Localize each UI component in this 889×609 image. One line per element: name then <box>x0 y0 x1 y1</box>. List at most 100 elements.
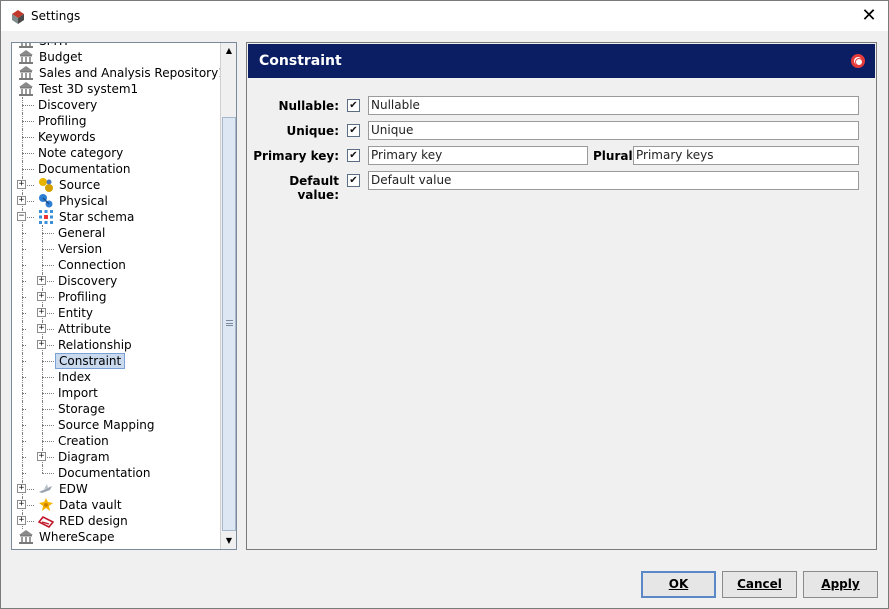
expander-icon[interactable]: + <box>37 324 46 333</box>
tree-item-red-design[interactable]: + RED design <box>12 513 220 529</box>
tree-item-relationship[interactable]: + Relationship <box>12 337 220 353</box>
tree-item-keywords[interactable]: Keywords <box>12 129 220 145</box>
default-value-field[interactable]: Default value <box>368 171 859 190</box>
default-value-checkbox[interactable]: ✔ <box>347 174 360 187</box>
expander-icon[interactable]: − <box>17 212 26 221</box>
bank-icon <box>18 81 34 97</box>
tree-item-label: Profiling <box>58 290 107 304</box>
tree-item-label: Constraint <box>55 353 126 369</box>
tree-item-label: WhereScape <box>39 530 115 544</box>
tree-item-label: Relationship <box>58 338 132 352</box>
tree-item-documentation[interactable]: Documentation <box>12 465 220 481</box>
tree-item-label: Creation <box>58 434 109 448</box>
tree-item-source[interactable]: + Source <box>12 177 220 193</box>
help-lifebuoy-icon[interactable] <box>851 54 865 68</box>
tree-item-label: Discovery <box>58 274 118 288</box>
star-schema-icon <box>38 209 54 225</box>
settings-tree[interactable]: SMTPBudget Sales and Analysis Repository1… <box>11 42 237 550</box>
tree-item-profiling[interactable]: + Profiling <box>12 289 220 305</box>
tree-item-label: SMTP <box>36 43 75 49</box>
unique-field[interactable]: Unique <box>368 121 859 140</box>
primary-key-checkbox[interactable]: ✔ <box>347 149 360 162</box>
apply-button[interactable]: Apply <box>803 571 878 598</box>
scroll-down-icon[interactable]: ▼ <box>221 533 236 549</box>
tree-item-data-vault[interactable]: + Data vault <box>12 497 220 513</box>
settings-app-icon <box>12 10 24 24</box>
tree-item-attribute[interactable]: + Attribute <box>12 321 220 337</box>
expander-icon[interactable]: + <box>37 292 46 301</box>
tree-item-label: Import <box>58 386 98 400</box>
tree-item-profiling[interactable]: Profiling <box>12 113 220 129</box>
tree-item-label: Note category <box>38 146 124 160</box>
title-bar: Settings ✕ <box>0 0 889 31</box>
primary-key-field[interactable]: Primary key <box>368 146 588 165</box>
tree-item-budget[interactable]: Budget <box>12 49 220 65</box>
tree-item-documentation[interactable]: Documentation <box>12 161 220 177</box>
tree-item-label: Connection <box>58 258 126 272</box>
nullable-label: Nullable: <box>278 99 339 113</box>
tree-item-edw[interactable]: + EDW <box>12 481 220 497</box>
scroll-up-icon[interactable]: ▲ <box>221 43 236 59</box>
expander-icon[interactable]: + <box>37 452 46 461</box>
tree-item-index[interactable]: Index <box>12 369 220 385</box>
tree-item-wherescape[interactable]: WhereScape <box>12 529 220 545</box>
tree-item-test-3d-system1[interactable]: Test 3D system1 <box>12 81 220 97</box>
ok-button[interactable]: OK <box>641 571 716 598</box>
tree-item-discovery[interactable]: + Discovery <box>12 273 220 289</box>
source-icon <box>38 177 54 193</box>
tree-item-label: EDW <box>59 482 88 496</box>
tree-item-physical[interactable]: + Physical <box>12 193 220 209</box>
expander-icon[interactable]: + <box>37 340 46 349</box>
tree-item-general[interactable]: General <box>12 225 220 241</box>
tree-item-import[interactable]: Import <box>12 385 220 401</box>
tree-item-label: Documentation <box>58 466 151 480</box>
primary-key-row: Primary key: ✔ Primary key Plural: Prima… <box>247 146 877 166</box>
primary-key-label: Primary key: <box>253 149 339 163</box>
tree-item-connection[interactable]: Connection <box>12 257 220 273</box>
tree-item-creation[interactable]: Creation <box>12 433 220 449</box>
constraint-panel: Constraint Nullable: ✔ Nullable Unique: … <box>246 42 877 550</box>
cancel-button[interactable]: Cancel <box>722 571 797 598</box>
scroll-thumb[interactable] <box>222 117 236 531</box>
nullable-checkbox[interactable]: ✔ <box>347 99 360 112</box>
nullable-field[interactable]: Nullable <box>368 96 859 115</box>
tree-item-label: Diagram <box>58 450 110 464</box>
expander-icon[interactable]: + <box>17 500 26 509</box>
tree-item-label: General <box>58 226 106 240</box>
tree-item-discovery[interactable]: Discovery <box>12 97 220 113</box>
expander-icon[interactable]: + <box>17 196 26 205</box>
tree-item-diagram[interactable]: + Diagram <box>12 449 220 465</box>
tree-item-version[interactable]: Version <box>12 241 220 257</box>
expander-icon[interactable]: + <box>17 484 26 493</box>
unique-checkbox[interactable]: ✔ <box>347 124 360 137</box>
tree-item-label: Physical <box>59 194 108 208</box>
expander-icon[interactable]: + <box>17 180 26 189</box>
close-icon[interactable]: ✕ <box>858 5 880 27</box>
tree-scrollbar[interactable]: ▲ ▼ <box>220 43 236 549</box>
bank-icon <box>18 43 34 49</box>
tree-item-entity[interactable]: + Entity <box>12 305 220 321</box>
nullable-row: Nullable: ✔ Nullable <box>247 96 877 116</box>
red-design-icon <box>37 513 55 529</box>
window-title: Settings <box>31 9 81 23</box>
tree-item-constraint[interactable]: Constraint <box>12 353 220 369</box>
expander-icon[interactable]: + <box>37 308 46 317</box>
tree-item-label: Test 3D system1 <box>39 82 139 96</box>
tree-item-smtp[interactable]: SMTP <box>12 43 220 49</box>
default-value-label: Default value: <box>289 174 339 202</box>
tree-item-star-schema[interactable]: − Star schema <box>12 209 220 225</box>
plural-field[interactable]: Primary keys <box>633 146 859 165</box>
expander-icon[interactable]: + <box>37 276 46 285</box>
tree-item-label: Storage <box>58 402 105 416</box>
tree-item-label: Star schema <box>59 210 135 224</box>
tree-item-label: Documentation <box>38 162 131 176</box>
tree-item-label: Source <box>59 178 101 192</box>
tree-item-label: Index <box>58 370 92 384</box>
expander-icon[interactable]: + <box>17 516 26 525</box>
bank-icon <box>18 49 34 65</box>
tree-item-sales-and-analysis-repository1[interactable]: Sales and Analysis Repository1 <box>12 65 226 81</box>
tree-item-label: Sales and Analysis Repository1 <box>39 66 226 80</box>
tree-item-note-category[interactable]: Note category <box>12 145 220 161</box>
tree-item-source-mapping[interactable]: Source Mapping <box>12 417 220 433</box>
tree-item-storage[interactable]: Storage <box>12 401 220 417</box>
